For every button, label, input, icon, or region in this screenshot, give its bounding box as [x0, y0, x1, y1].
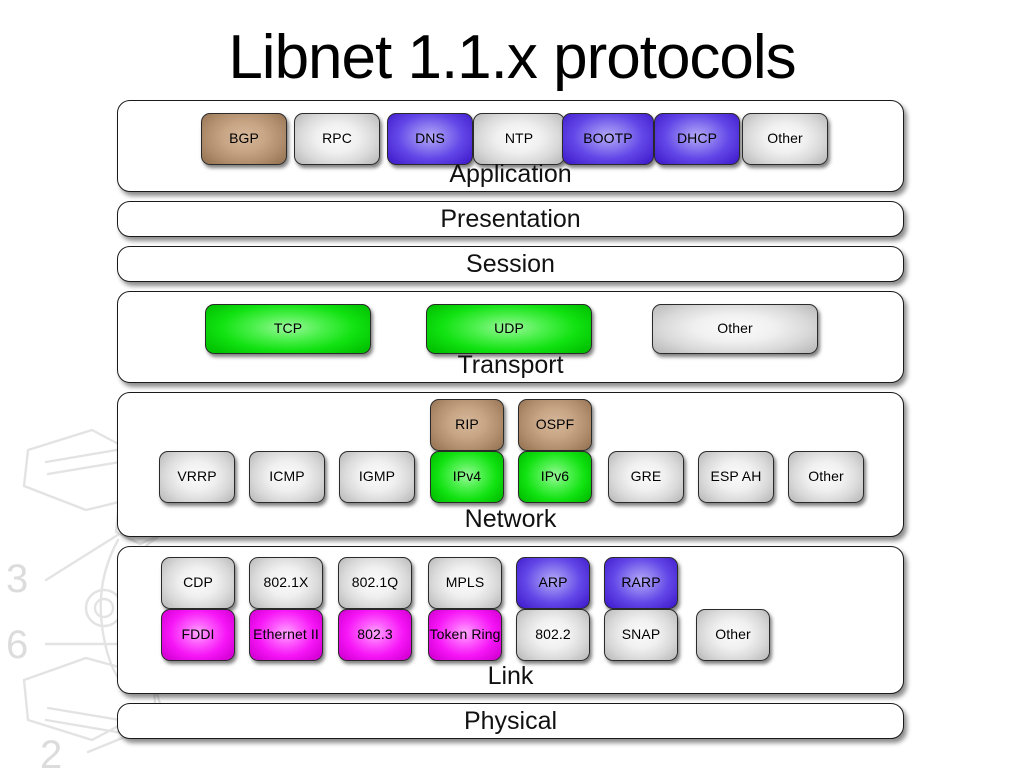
layer-label-presentation: Presentation: [440, 204, 581, 233]
protocol-box-other[interactable]: Other: [652, 304, 818, 354]
protocol-box-mpls[interactable]: MPLS: [428, 557, 502, 609]
protocol-box-ipv4[interactable]: IPv4: [430, 451, 504, 503]
protocol-box-token-ring[interactable]: Token Ring: [428, 609, 502, 661]
layer-presentation: Presentation: [117, 201, 904, 237]
layer-physical: Physical: [117, 703, 904, 739]
protocol-box-snap[interactable]: SNAP: [604, 609, 678, 661]
protocol-box-dhcp[interactable]: DHCP: [654, 113, 740, 165]
page-title: Libnet 1.1.x protocols: [228, 23, 796, 92]
protocol-box-802-3[interactable]: 802.3: [338, 609, 412, 661]
protocol-box-bgp[interactable]: BGP: [201, 113, 287, 165]
protocol-box-tcp[interactable]: TCP: [205, 304, 371, 354]
layer-label-link: Link: [487, 661, 534, 690]
protocol-box-other[interactable]: Other: [742, 113, 828, 165]
layer-application: BGP RPC DNS NTP BOOTP DHCP Other Application: [117, 100, 904, 192]
layer-label-network: Network: [464, 504, 557, 533]
osi-layer-stack: BGP RPC DNS NTP BOOTP DHCP Other Application Pre…: [117, 100, 904, 748]
protocol-box-other[interactable]: Other: [696, 609, 770, 661]
watermark-label-6: 6: [6, 623, 28, 667]
layer-transport: TCP UDP Other Transport: [117, 291, 904, 383]
layer-label-session: Session: [466, 249, 555, 278]
protocol-box-icmp[interactable]: ICMP: [249, 451, 325, 503]
layer-label-transport: Transport: [457, 350, 564, 379]
layer-label-physical: Physical: [463, 706, 558, 735]
protocol-box-ethernet-ii[interactable]: Ethernet II: [249, 609, 323, 661]
protocol-box-cdp[interactable]: CDP: [161, 557, 235, 609]
protocol-box-gre[interactable]: GRE: [608, 451, 684, 503]
protocol-box-802-1x[interactable]: 802.1X: [249, 557, 323, 609]
protocol-box-igmp[interactable]: IGMP: [339, 451, 415, 503]
protocol-box-ospf[interactable]: OSPF: [518, 399, 592, 451]
protocol-box-ipv6[interactable]: IPv6: [518, 451, 592, 503]
protocol-box-802-1q[interactable]: 802.1Q: [338, 557, 412, 609]
protocol-box-bootp[interactable]: BOOTP: [562, 113, 654, 165]
protocol-box-ntp[interactable]: NTP: [473, 113, 565, 165]
protocol-box-arp[interactable]: ARP: [516, 557, 590, 609]
layer-link: CDP 802.1X 802.1Q MPLS ARP RARP FDDI Ethernet I…: [117, 546, 904, 694]
protocol-box-fddi[interactable]: FDDI: [161, 609, 235, 661]
protocol-box-udp[interactable]: UDP: [426, 304, 592, 354]
protocol-box-other[interactable]: Other: [788, 451, 864, 503]
protocol-box-rarp[interactable]: RARP: [604, 557, 678, 609]
protocol-box-vrrp[interactable]: VRRP: [159, 451, 235, 503]
protocol-box-rip[interactable]: RIP: [430, 399, 504, 451]
protocol-box-rpc[interactable]: RPC: [294, 113, 380, 165]
watermark-label-3: 3: [6, 557, 28, 601]
layer-label-application: Application: [449, 159, 572, 188]
layer-network: RIP OSPF VRRP ICMP IGMP IPv4 IPv6 GRE ESP AH Othe…: [117, 392, 904, 537]
watermark-label-2: 2: [40, 733, 62, 768]
protocol-box-esp-ah[interactable]: ESP AH: [698, 451, 774, 503]
protocol-box-802-2[interactable]: 802.2: [516, 609, 590, 661]
layer-session: Session: [117, 246, 904, 282]
protocol-box-dns[interactable]: DNS: [387, 113, 473, 165]
